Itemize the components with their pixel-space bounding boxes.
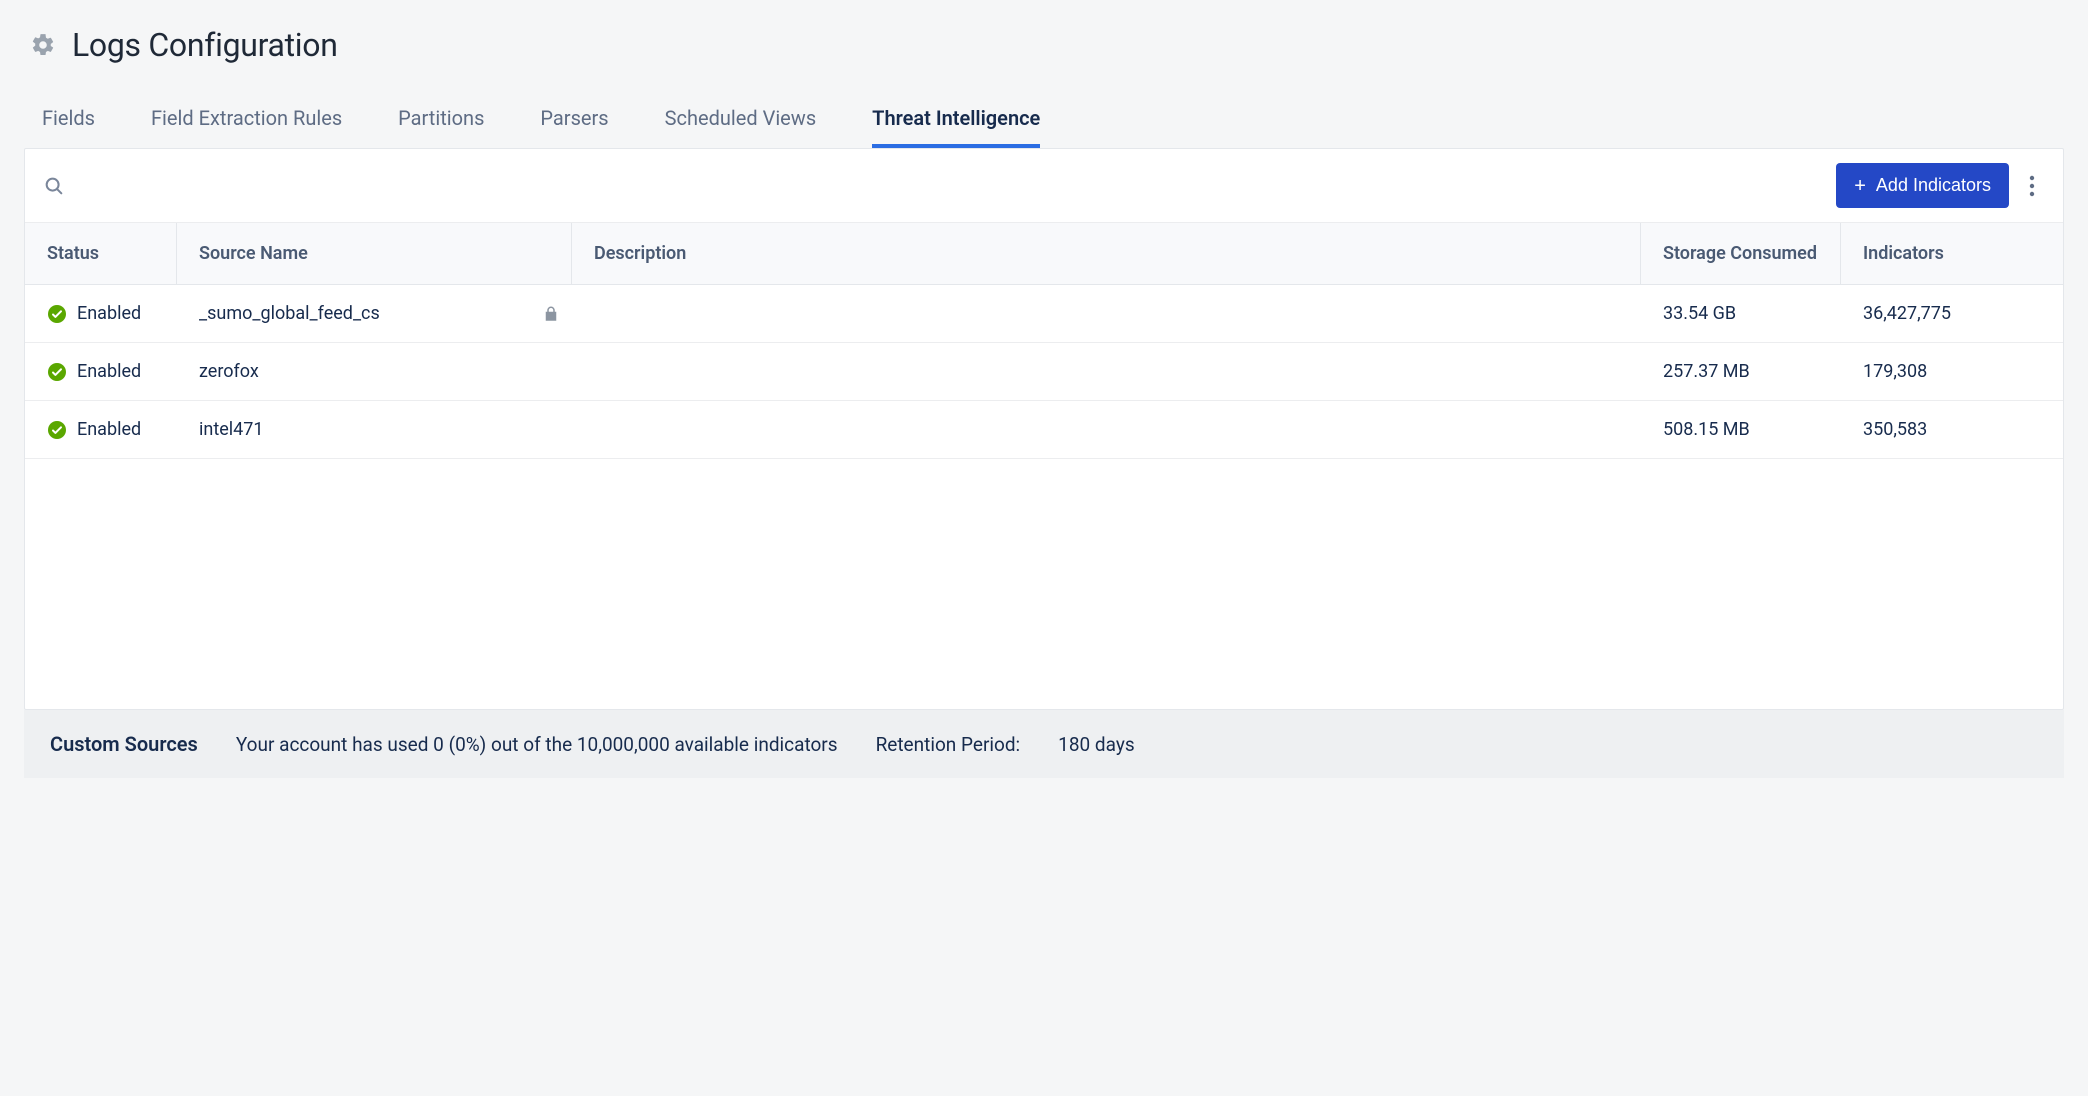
page-header: Logs Configuration — [0, 18, 2088, 82]
storage-cell: 508.15 MB — [1641, 403, 1841, 456]
tabs: Fields Field Extraction Rules Partitions… — [0, 82, 2088, 148]
table-body: Enabled _sumo_global_feed_cs 33.54 GB 36… — [25, 285, 2063, 459]
tab-threat-intelligence[interactable]: Threat Intelligence — [872, 100, 1040, 148]
col-header-description[interactable]: Description — [572, 223, 1641, 284]
indicators-cell: 179,308 — [1841, 345, 2041, 398]
storage-cell: 257.37 MB — [1641, 345, 1841, 398]
sources-table: Status Source Name Description Storage C… — [25, 223, 2063, 709]
col-header-source[interactable]: Source Name — [177, 223, 572, 284]
more-menu-button[interactable] — [2019, 167, 2045, 205]
footer-usage: Your account has used 0 (0%) out of the … — [236, 733, 838, 756]
add-indicators-button[interactable]: + Add Indicators — [1836, 163, 2009, 208]
col-header-indicators[interactable]: Indicators — [1841, 223, 2041, 284]
status-text: Enabled — [77, 419, 141, 440]
description-cell — [572, 298, 1641, 330]
description-cell — [572, 414, 1641, 446]
table-header: Status Source Name Description Storage C… — [25, 223, 2063, 285]
table-row[interactable]: Enabled _sumo_global_feed_cs 33.54 GB 36… — [25, 285, 2063, 343]
storage-cell: 33.54 GB — [1641, 287, 1841, 340]
footer-bar: Custom Sources Your account has used 0 (… — [24, 710, 2064, 778]
tab-partitions[interactable]: Partitions — [398, 100, 484, 148]
status-text: Enabled — [77, 303, 141, 324]
footer-retention-label: Retention Period: — [876, 733, 1021, 756]
toolbar: + Add Indicators — [25, 149, 2063, 223]
plus-icon: + — [1854, 176, 1866, 196]
tab-fields[interactable]: Fields — [42, 100, 95, 148]
content-panel: + Add Indicators Status Source Name Desc… — [24, 148, 2064, 710]
tab-field-extraction-rules[interactable]: Field Extraction Rules — [151, 100, 342, 148]
page-title: Logs Configuration — [72, 26, 338, 64]
table-row[interactable]: Enabled zerofox 257.37 MB 179,308 — [25, 343, 2063, 401]
source-name: _sumo_global_feed_cs — [199, 303, 380, 324]
status-enabled-icon — [47, 304, 67, 324]
col-header-status[interactable]: Status — [47, 223, 177, 284]
tab-scheduled-views[interactable]: Scheduled Views — [665, 100, 817, 148]
search-icon[interactable] — [43, 175, 65, 197]
table-row[interactable]: Enabled intel471 508.15 MB 350,583 — [25, 401, 2063, 459]
source-name: zerofox — [199, 361, 259, 382]
status-enabled-icon — [47, 362, 67, 382]
footer-title: Custom Sources — [50, 732, 198, 756]
add-indicators-label: Add Indicators — [1876, 175, 1991, 196]
lock-icon — [542, 305, 560, 323]
col-header-storage[interactable]: Storage Consumed — [1641, 223, 1841, 284]
table-empty-area — [25, 459, 2063, 709]
source-name: intel471 — [199, 419, 263, 440]
footer-retention-value: 180 days — [1058, 733, 1134, 756]
indicators-cell: 350,583 — [1841, 403, 2041, 456]
status-text: Enabled — [77, 361, 141, 382]
tab-parsers[interactable]: Parsers — [540, 100, 608, 148]
gear-icon — [30, 32, 56, 58]
description-cell — [572, 356, 1641, 388]
status-enabled-icon — [47, 420, 67, 440]
indicators-cell: 36,427,775 — [1841, 287, 2041, 340]
